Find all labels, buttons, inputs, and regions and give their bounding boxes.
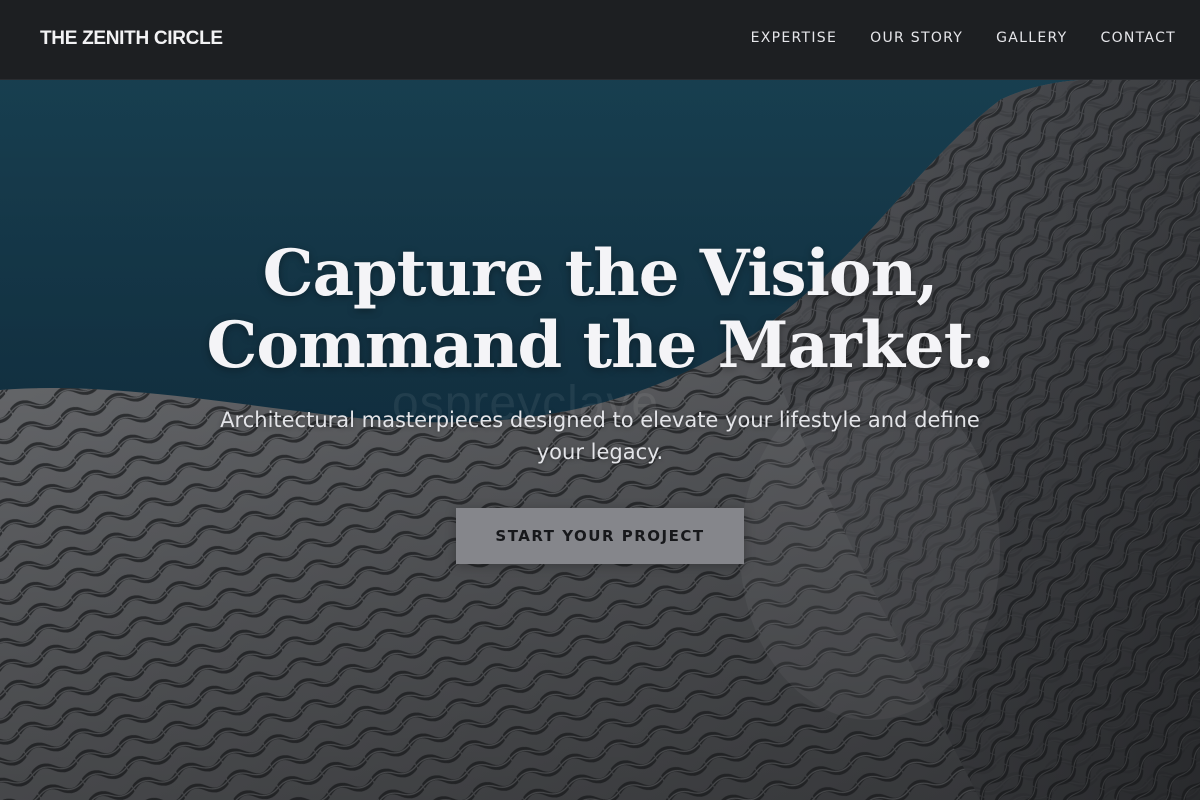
nav-link-our-story[interactable]: OUR STORY: [870, 30, 963, 46]
start-project-button[interactable]: START YOUR PROJECT: [456, 508, 744, 564]
top-navbar: THE ZENITH CIRCLE EXPERTISE OUR STORY GA…: [0, 0, 1200, 80]
hero-headline-line-1: Capture the Vision,: [262, 236, 939, 311]
nav-link-contact[interactable]: CONTACT: [1101, 30, 1177, 46]
hero-subtitle-line-1: Architectural masterpieces designed to e…: [220, 408, 980, 432]
hero-subtitle: Architectural masterpieces designed to e…: [190, 404, 1010, 468]
hero-headline-line-2: Command the Market.: [206, 308, 994, 383]
nav-link-gallery[interactable]: GALLERY: [996, 30, 1067, 46]
brand-logo[interactable]: THE ZENITH CIRCLE: [40, 28, 223, 50]
hero-headline: Capture the Vision, Command the Market.: [100, 238, 1100, 382]
hero-section: ospreyclave Capture the Vision, Command …: [0, 80, 1200, 800]
nav-link-expertise[interactable]: EXPERTISE: [751, 30, 838, 46]
main-nav: EXPERTISE OUR STORY GALLERY CONTACT: [751, 30, 1176, 46]
hero-subtitle-line-2: your legacy.: [536, 440, 664, 464]
